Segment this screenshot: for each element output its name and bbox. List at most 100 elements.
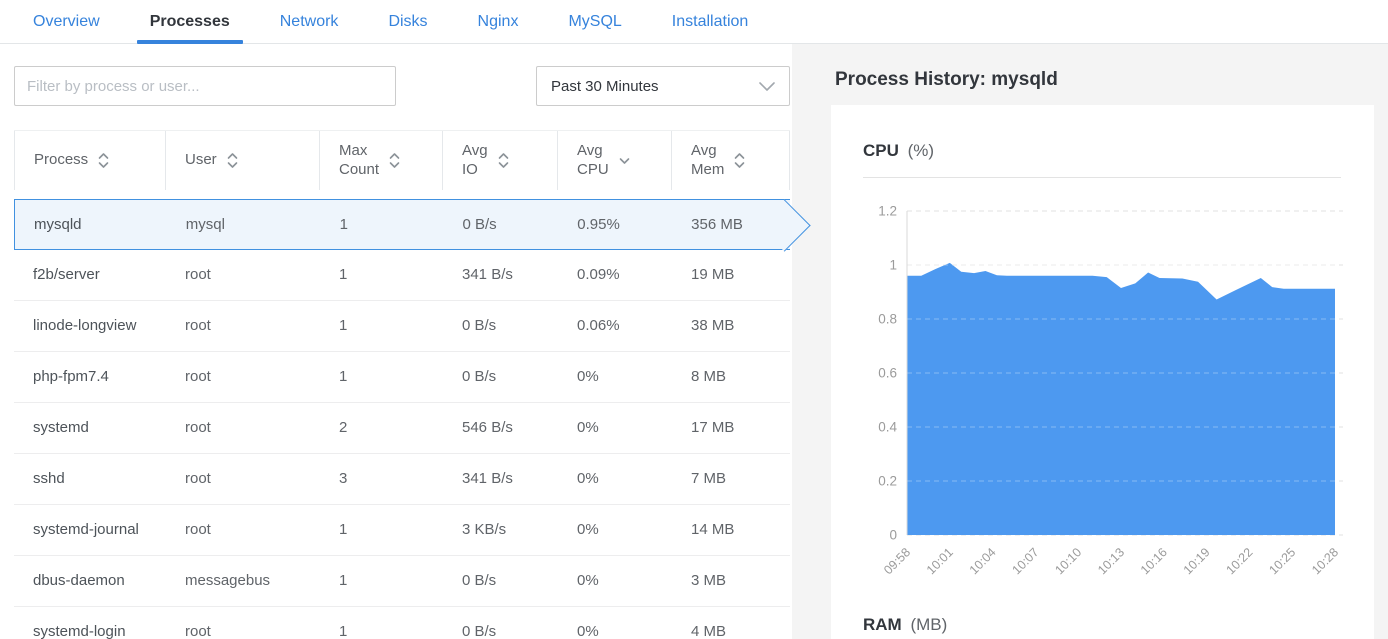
process-max-count: 3 [320,454,443,504]
process-user: root [166,607,320,639]
svg-text:0.6: 0.6 [878,366,897,381]
column-header-process[interactable]: Process [14,131,166,190]
tab-bar: Overview Processes Network Disks Nginx MySQL I… [0,0,1388,44]
process-history-card: CPU (%) 00.20.40.60.811.209:5810:0110:04… [831,105,1374,639]
column-label: User [185,151,217,170]
sort-desc-icon [619,157,630,165]
table-row-systemd-journal[interactable]: systemd-journal root 1 3 KB/s 0% 14 MB [14,505,790,556]
process-name: sshd [14,454,166,504]
tab-network[interactable]: Network [267,0,352,43]
ram-label: RAM [863,615,902,634]
sort-both-icon [389,152,400,169]
column-header-avg-io[interactable]: Avg IO [443,131,558,190]
process-max-count: 1 [320,250,443,300]
process-avg-io: 0 B/s [443,301,558,351]
process-name: php-fpm7.4 [14,352,166,402]
process-avg-mem: 14 MB [672,505,790,555]
process-name: f2b/server [14,250,166,300]
process-avg-io: 341 B/s [443,454,558,504]
svg-text:0: 0 [889,528,897,543]
time-range-select[interactable]: Past 30 Minutes [536,66,790,106]
svg-text:0.4: 0.4 [878,420,897,435]
tab-processes[interactable]: Processes [137,0,243,43]
column-label: Process [34,151,88,170]
process-name: systemd [14,403,166,453]
svg-text:10:22: 10:22 [1224,545,1256,577]
table-row-mysqld[interactable]: mysqld mysql 1 0 B/s 0.95% 356 MB [14,199,790,250]
table-row-sshd[interactable]: sshd root 3 341 B/s 0% 7 MB [14,454,790,505]
process-user: root [166,454,320,504]
process-max-count: 1 [321,200,444,249]
panel-title: Process History: mysqld [835,69,1388,91]
table-row-dbus-daemon[interactable]: dbus-daemon messagebus 1 0 B/s 0% 3 MB [14,556,790,607]
table-row-php-fpm7-4[interactable]: php-fpm7.4 root 1 0 B/s 0% 8 MB [14,352,790,403]
cpu-area-chart: 00.20.40.60.811.209:5810:0110:0410:0710:… [863,188,1374,593]
process-avg-mem: 17 MB [672,403,790,453]
process-avg-cpu: 0% [558,352,672,402]
cpu-unit: (%) [908,141,934,160]
process-avg-cpu: 0.95% [558,200,672,249]
process-avg-cpu: 0.09% [558,250,672,300]
tab-label: MySQL [568,13,621,31]
column-label: Avg IO [462,142,488,180]
column-label: Avg Mem [691,142,724,180]
divider [863,177,1341,178]
column-header-avg-cpu[interactable]: Avg CPU [558,131,672,190]
process-avg-cpu: 0% [558,607,672,639]
column-label: Avg CPU [577,142,609,180]
table-header: Process User Max Count Avg IO Avg CPU Av… [14,130,790,190]
tab-disks[interactable]: Disks [375,0,440,43]
cpu-label: CPU [863,141,899,160]
svg-text:10:07: 10:07 [1010,545,1042,577]
tab-mysql[interactable]: MySQL [555,0,634,43]
tab-label: Processes [150,13,230,31]
tab-installation[interactable]: Installation [659,0,762,43]
table-row-f2b-server[interactable]: f2b/server root 1 341 B/s 0.09% 19 MB [14,250,790,301]
process-avg-cpu: 0% [558,454,672,504]
cpu-chart-heading: CPU (%) [863,141,1374,161]
svg-text:1.2: 1.2 [878,204,897,219]
longview-processes-page: Overview Processes Network Disks Nginx MySQL I… [0,0,1388,639]
process-avg-io: 546 B/s [443,403,558,453]
process-name: systemd-journal [14,505,166,555]
tab-overview[interactable]: Overview [20,0,113,43]
sort-both-icon [98,152,109,169]
process-user: root [166,352,320,402]
process-user: root [166,301,320,351]
process-user: root [166,250,320,300]
process-table: Process User Max Count Avg IO Avg CPU Av… [14,130,790,639]
tab-nginx[interactable]: Nginx [465,0,532,43]
tab-label: Disks [388,13,427,31]
process-avg-io: 3 KB/s [443,505,558,555]
svg-text:10:01: 10:01 [924,545,956,577]
process-avg-mem: 38 MB [672,301,790,351]
process-user: root [166,403,320,453]
column-header-user[interactable]: User [166,131,320,190]
process-avg-io: 0 B/s [443,607,558,639]
process-max-count: 1 [320,607,443,639]
table-row-linode-longview[interactable]: linode-longview root 1 0 B/s 0.06% 38 MB [14,301,790,352]
tab-label: Installation [672,13,749,31]
process-avg-cpu: 0.06% [558,301,672,351]
column-header-avg-mem[interactable]: Avg Mem [672,131,790,190]
process-name: systemd-login [14,607,166,639]
ram-chart-heading: RAM (MB) [863,615,1374,635]
column-header-max-count[interactable]: Max Count [320,131,443,190]
process-filter-input[interactable] [14,66,396,106]
process-name: dbus-daemon [14,556,166,606]
process-name: mysqld [15,200,167,249]
process-user: mysql [167,200,321,249]
table-row-systemd[interactable]: systemd root 2 546 B/s 0% 17 MB [14,403,790,454]
table-row-systemd-login[interactable]: systemd-login root 1 0 B/s 0% 4 MB [14,607,790,639]
process-avg-mem: 19 MB [672,250,790,300]
svg-text:10:04: 10:04 [967,545,999,577]
process-avg-io: 341 B/s [443,250,558,300]
process-avg-mem: 3 MB [672,556,790,606]
ram-unit: (MB) [910,615,947,634]
tab-label: Overview [33,13,100,31]
process-max-count: 2 [320,403,443,453]
process-avg-mem: 4 MB [672,607,790,639]
filter-row: Past 30 Minutes [14,66,790,106]
svg-text:0.8: 0.8 [878,312,897,327]
process-history-panel: Process History: mysqld CPU (%) 00.20.40… [792,44,1388,639]
